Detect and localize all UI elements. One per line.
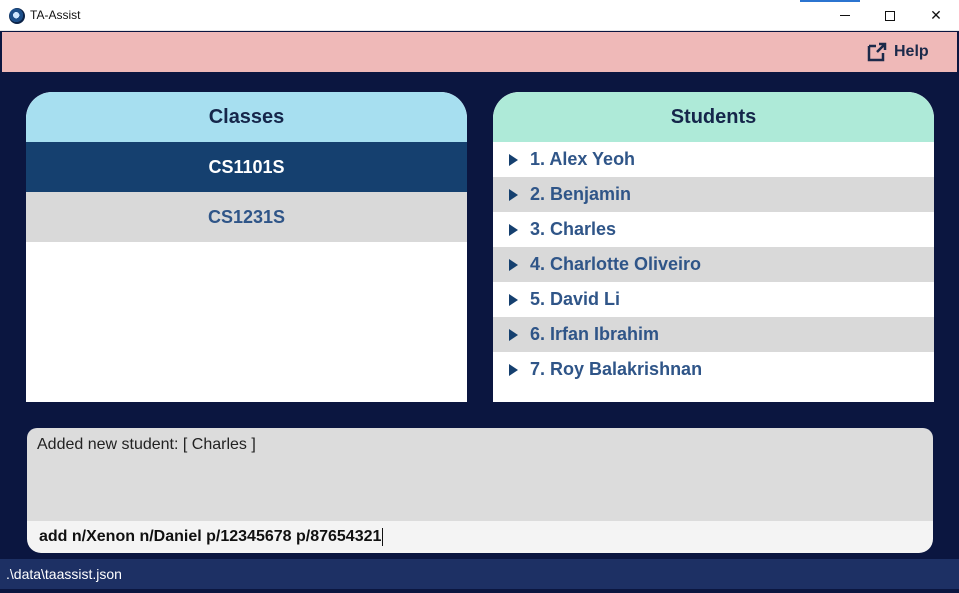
expand-arrow-icon[interactable] xyxy=(509,363,518,376)
student-item[interactable]: 4. Charlotte Oliveiro xyxy=(493,247,934,282)
command-input[interactable]: add n/Xenon n/Daniel p/12345678 p/876543… xyxy=(27,521,933,553)
minimize-icon xyxy=(840,15,850,16)
command-text: add n/Xenon n/Daniel p/12345678 p/876543… xyxy=(39,528,382,545)
expand-arrow-icon[interactable] xyxy=(509,188,518,201)
expand-arrow-icon[interactable] xyxy=(509,293,518,306)
student-name: 4. Charlotte Oliveiro xyxy=(530,254,702,274)
students-header: Students xyxy=(493,92,934,142)
result-text: Added new student: [ Charles ] xyxy=(37,436,256,453)
window-title: TA-Assist xyxy=(30,8,81,22)
bottom-strip xyxy=(0,589,959,593)
title-bar: TA-Assist ✕ xyxy=(0,0,959,31)
classes-panel: Classes CS1101S CS1231S xyxy=(26,92,467,402)
students-panel: Students 1. Alex Yeoh 2. Benjamin 3. Cha… xyxy=(493,92,934,402)
status-bar: .\data\taassist.json xyxy=(0,559,959,589)
minimize-button[interactable] xyxy=(822,0,868,31)
close-icon: ✕ xyxy=(930,7,942,23)
text-caret xyxy=(382,528,384,546)
class-item-cs1231s[interactable]: CS1231S xyxy=(26,192,467,242)
student-name: 5. David Li xyxy=(530,289,621,309)
maximize-icon xyxy=(885,10,895,21)
student-item[interactable]: 7. Roy Balakrishnan xyxy=(493,352,934,387)
student-name: 1. Alex Yeoh xyxy=(530,149,636,169)
external-link-icon xyxy=(867,42,887,62)
student-name: 6. Irfan Ibrahim xyxy=(530,324,660,344)
result-display: Added new student: [ Charles ] xyxy=(27,428,933,521)
class-item-cs1101s[interactable]: CS1101S xyxy=(26,142,467,192)
expand-arrow-icon[interactable] xyxy=(509,223,518,236)
expand-arrow-icon[interactable] xyxy=(509,258,518,271)
classes-header: Classes xyxy=(26,92,467,142)
expand-arrow-icon[interactable] xyxy=(509,153,518,166)
student-item[interactable]: 6. Irfan Ibrahim xyxy=(493,317,934,352)
app-icon xyxy=(9,8,25,24)
data-file-path: .\data\taassist.json xyxy=(6,566,122,582)
maximize-button[interactable] xyxy=(867,0,913,31)
student-name: 2. Benjamin xyxy=(530,184,632,204)
menu-bar: Help xyxy=(2,32,957,72)
student-item[interactable]: 2. Benjamin xyxy=(493,177,934,212)
student-item[interactable]: 5. David Li xyxy=(493,282,934,317)
student-name: 7. Roy Balakrishnan xyxy=(530,359,703,379)
student-item[interactable]: 3. Charles xyxy=(493,212,934,247)
student-name: 3. Charles xyxy=(530,219,617,239)
student-item[interactable]: 1. Alex Yeoh xyxy=(493,142,934,177)
expand-arrow-icon[interactable] xyxy=(509,328,518,341)
close-button[interactable]: ✕ xyxy=(913,0,959,31)
help-label: Help xyxy=(894,43,929,60)
help-button[interactable]: Help xyxy=(866,41,929,63)
